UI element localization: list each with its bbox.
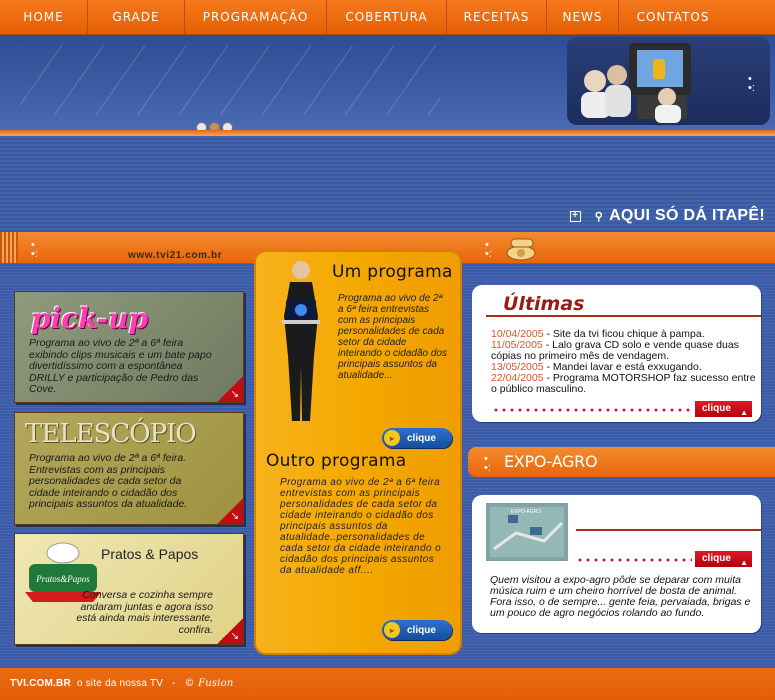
footer-brand[interactable]: TVI.COM.BR xyxy=(10,678,71,689)
more-link[interactable]: ↘ xyxy=(217,498,243,524)
badge-text: Pratos&Papos xyxy=(35,574,90,584)
slider-dot-active[interactable] xyxy=(209,122,220,130)
footer: TVI.COM.BR o site da nossa TV - © Fusion xyxy=(0,668,775,700)
expo-clique-button[interactable]: clique ▲ xyxy=(695,551,752,567)
main-nav: HOME GRADE PROGRAMAÇÃO COBERTURA RECEITA… xyxy=(0,0,775,35)
slider-pagination[interactable] xyxy=(196,122,233,130)
title-underline xyxy=(576,529,761,531)
button-label: clique xyxy=(407,432,436,444)
expand-icon[interactable]: + xyxy=(569,210,581,222)
ultimas-clique-button[interactable]: clique ▲ xyxy=(695,401,752,417)
card-text: Conversa e cozinha sempre andaram juntas… xyxy=(76,589,213,636)
slogan: + ⚲ AQUI SÓ DÁ ITAPÊ! xyxy=(569,207,765,225)
footer-tagline: o site da nossa TV xyxy=(76,678,164,689)
program1-title: Um programa xyxy=(332,262,453,282)
triangle-icon: ▲ xyxy=(740,408,748,417)
kids-watching-tv-image xyxy=(581,43,691,123)
triangle-icon: ▲ xyxy=(740,558,748,567)
footer-separator: - xyxy=(172,678,176,689)
pick-up-logo: pick-up xyxy=(31,302,149,335)
arrow-icon: ↘ xyxy=(230,389,239,400)
button-label: clique xyxy=(407,624,436,636)
expo-title: EXPO-AGRO xyxy=(504,452,598,471)
slider-dot[interactable] xyxy=(222,122,233,130)
more-link[interactable]: ↘ xyxy=(217,618,243,644)
card-pratos-papos[interactable]: Pratos&Papos Pratos & Papos Conversa e c… xyxy=(14,533,244,645)
hero-banner: • •: xyxy=(0,35,775,130)
expo-map-image[interactable]: EXPO-AGRO xyxy=(486,503,568,561)
presenter-image xyxy=(282,261,320,421)
program2-text: Programa ao vivo de 2ª a 6ª feira entrev… xyxy=(280,477,442,576)
hero-illustration xyxy=(567,37,770,125)
card-text: Programa ao vivo de 2ª a 6ª feira exibin… xyxy=(29,337,212,395)
arrow-icon: ▸ xyxy=(384,430,400,446)
more-link[interactable]: ↘ xyxy=(217,376,243,402)
footer-credit[interactable]: © Fusion xyxy=(185,678,234,689)
dotted-divider xyxy=(576,557,692,563)
pratos-papos-title: Pratos & Papos xyxy=(101,546,199,562)
slider-dot[interactable] xyxy=(196,122,207,130)
ultimas-card: Últimas 10/04/2005 - Site da tvi ficou c… xyxy=(472,285,761,422)
map-label: EXPO-AGRO xyxy=(511,509,541,515)
hero-background-graphic xyxy=(20,45,440,115)
nav-home[interactable]: HOME xyxy=(0,0,88,35)
program2-title: Outro programa xyxy=(266,451,407,471)
nav-cobertura[interactable]: COBERTURA xyxy=(327,0,447,35)
telescopio-logo: TELESCÓPIO xyxy=(25,419,197,449)
search-icon: ⚲ xyxy=(594,210,604,223)
ultimas-title: Últimas xyxy=(503,293,585,315)
button-label: clique xyxy=(702,553,731,564)
card-telescopio[interactable]: TELESCÓPIO Programa ao vivo de 2ª a 6ª f… xyxy=(14,412,244,525)
nav-programacao[interactable]: PROGRAMAÇÃO xyxy=(185,0,327,35)
nav-grade[interactable]: GRADE xyxy=(88,0,185,35)
expo-card: EXPO-AGRO clique ▲ Quem visitou a expo-ag… xyxy=(472,495,761,633)
program2-clique-button[interactable]: ▸ clique xyxy=(382,620,452,640)
news-item[interactable]: 22/04/2005 - Programa MOTORSHOP faz suce… xyxy=(491,373,761,395)
button-label: clique xyxy=(702,403,731,414)
card-text: Programa ao vivo de 2ª a 6ª feira. Entre… xyxy=(29,452,188,510)
bar-cap xyxy=(0,232,18,263)
programs-panel: Um programa Programa ao vivo de 2ª a 6ª … xyxy=(254,250,462,655)
slogan-text: AQUI SÓ DÁ ITAPÊ! xyxy=(609,207,765,224)
sparkle-icon: • •: xyxy=(485,239,492,260)
news-list: 10/04/2005 - Site da tvi ficou chique à … xyxy=(491,329,761,395)
sparkle-icon: • •: xyxy=(484,453,491,474)
dotted-divider xyxy=(492,407,692,413)
arrow-icon: ↘ xyxy=(230,631,239,642)
program1-clique-button[interactable]: ▸ clique xyxy=(382,428,452,448)
arrow-icon: ▸ xyxy=(384,622,400,638)
sparkle-icon: • •: xyxy=(31,239,38,260)
nav-contatos[interactable]: CONTATOS xyxy=(619,0,727,35)
telephone-icon xyxy=(506,238,536,261)
expo-text: Quem visitou a expo-agro pôde se deparar… xyxy=(490,574,751,619)
site-url: www.tvi21.com.br xyxy=(128,250,223,261)
news-item[interactable]: 11/05/2005 - Lalo grava CD solo e vende … xyxy=(491,340,761,362)
nav-receitas[interactable]: RECEITAS xyxy=(447,0,547,35)
card-pick-up[interactable]: pick-up Programa ao vivo de 2ª a 6ª feir… xyxy=(14,291,244,403)
arrow-icon: ↘ xyxy=(230,511,239,522)
sparkle-icon: • •: xyxy=(748,73,755,94)
title-underline xyxy=(486,315,761,317)
program1-text: Programa ao vivo de 2ª a 6ª feira entrev… xyxy=(338,293,447,381)
nav-news[interactable]: NEWS xyxy=(547,0,619,35)
